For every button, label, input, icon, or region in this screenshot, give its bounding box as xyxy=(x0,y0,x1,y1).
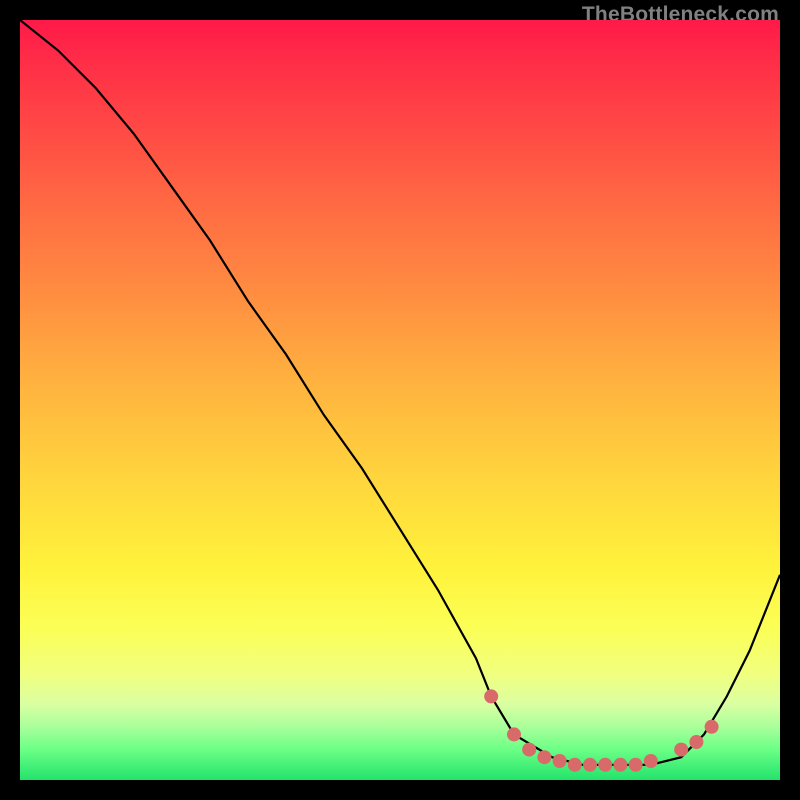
highlight-dot xyxy=(522,743,536,757)
highlight-dot xyxy=(598,758,612,772)
highlight-dot xyxy=(553,754,567,768)
highlight-dot xyxy=(644,754,658,768)
highlight-dot xyxy=(507,727,521,741)
highlight-dots-group xyxy=(484,689,718,771)
chart-plot-area xyxy=(20,20,780,780)
highlight-dot xyxy=(705,720,719,734)
highlight-dot xyxy=(629,758,643,772)
chart-frame: TheBottleneck.com xyxy=(17,17,783,783)
highlight-dot xyxy=(583,758,597,772)
highlight-dot xyxy=(484,689,498,703)
highlight-dot xyxy=(689,735,703,749)
highlight-dot xyxy=(674,743,688,757)
chart-svg xyxy=(20,20,780,780)
highlight-dot xyxy=(613,758,627,772)
highlight-dot xyxy=(568,758,582,772)
highlight-dot xyxy=(537,750,551,764)
bottleneck-curve-line xyxy=(20,20,780,765)
